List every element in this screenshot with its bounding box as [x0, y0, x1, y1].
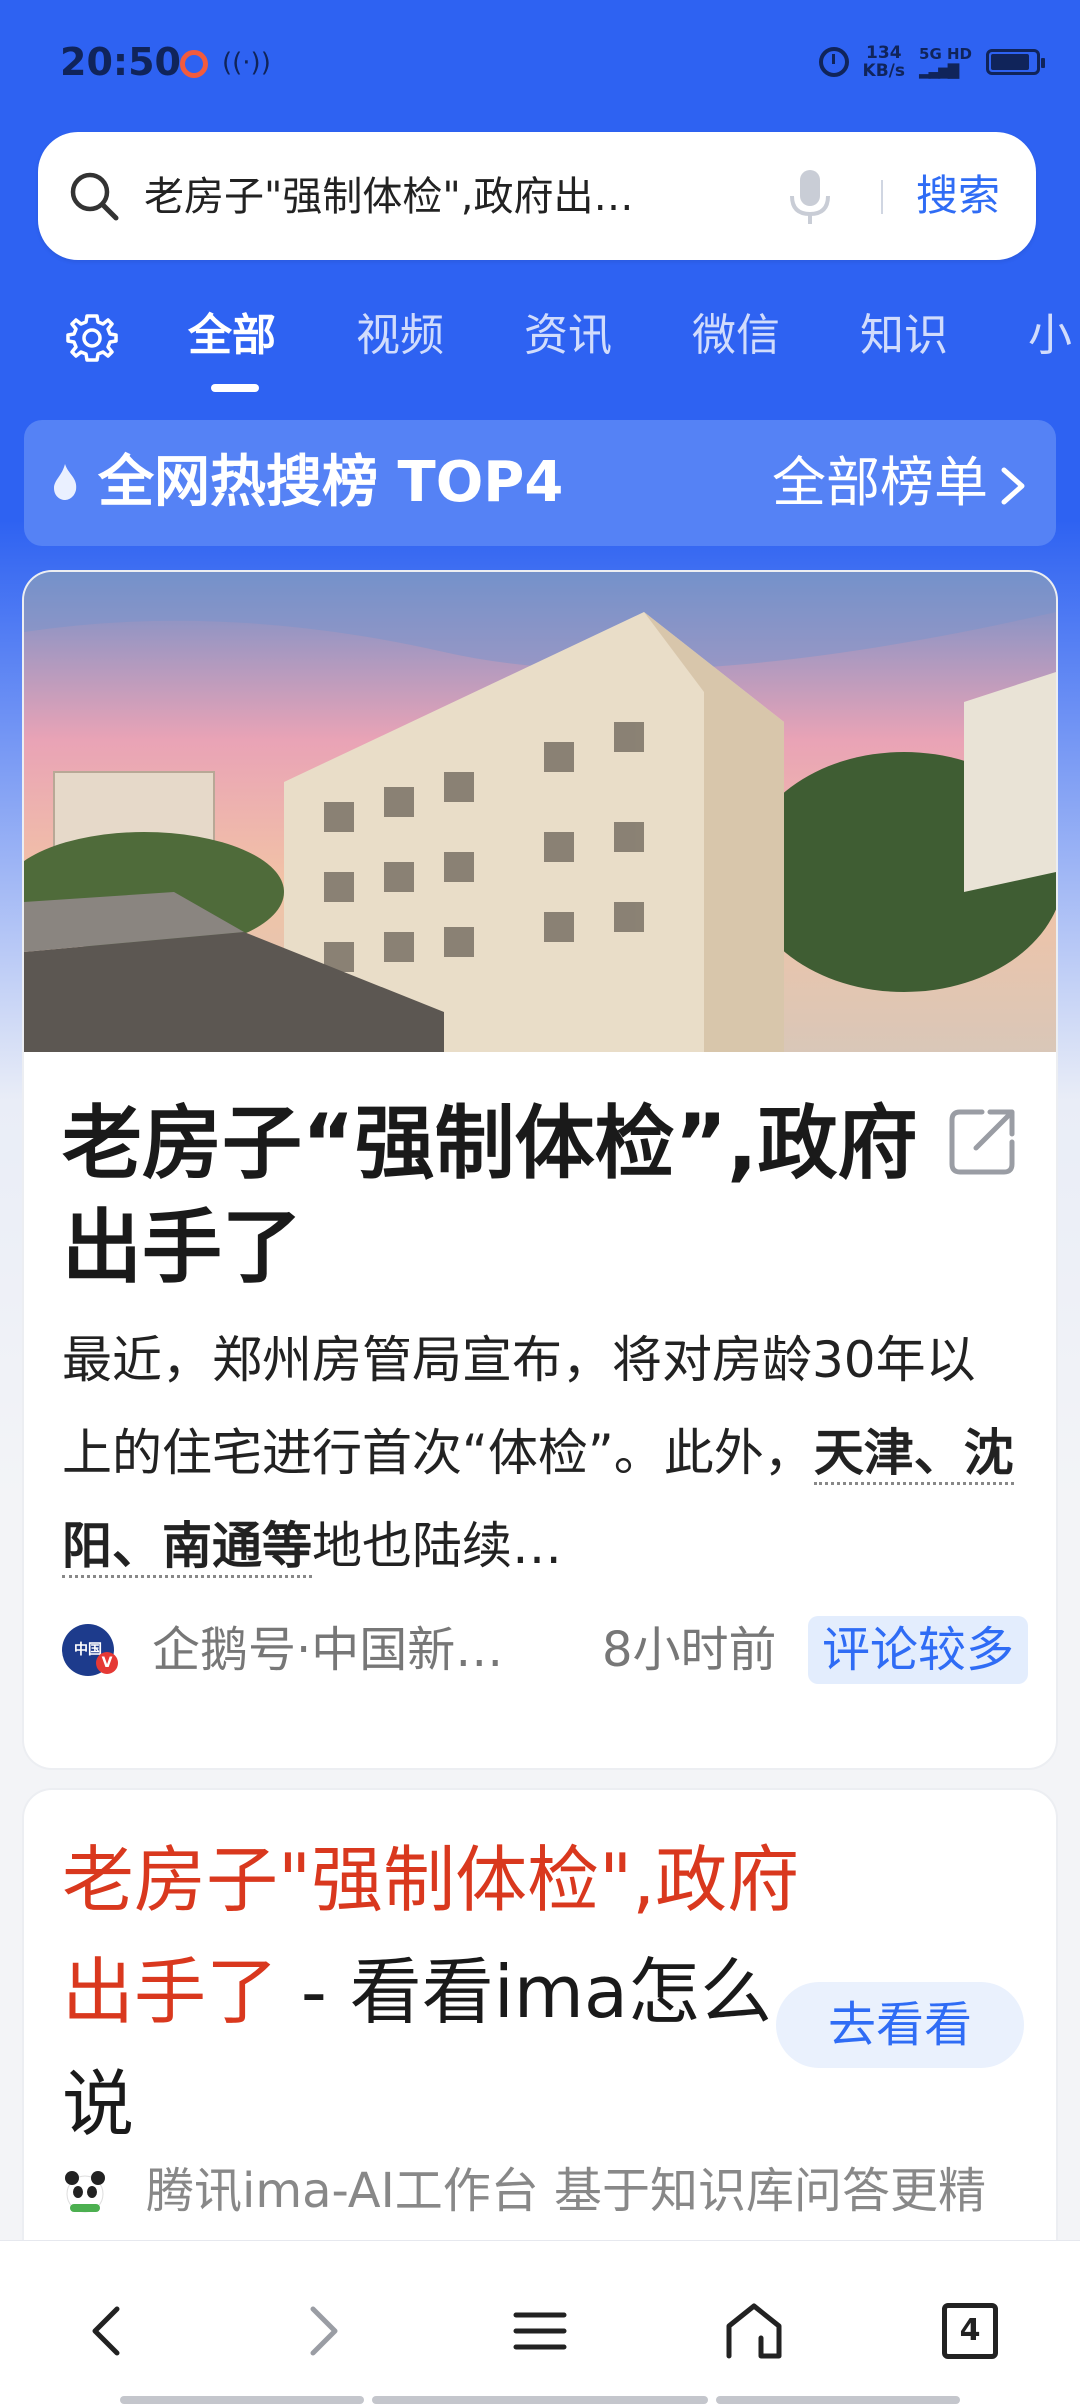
home-button[interactable]	[714, 2291, 794, 2371]
status-icons: 134 KB/s 5G HD ▂▃▅▇	[818, 42, 1045, 82]
gesture-bar-right	[716, 2396, 960, 2404]
news-time: 8小时前	[602, 1622, 777, 1678]
tab-news[interactable]: 资讯	[524, 306, 612, 366]
news-image[interactable]	[24, 572, 1056, 1052]
tab-knowledge[interactable]: 知识	[860, 306, 948, 366]
tabs-button[interactable]: 4	[930, 2291, 1010, 2371]
news-source[interactable]: 企鹅号·中国新…	[152, 1622, 552, 1678]
verified-badge-icon: V	[96, 1652, 118, 1674]
battery-icon	[986, 49, 1045, 75]
chevron-right-icon	[1001, 467, 1025, 505]
search-input[interactable]: 老房子"强制体检",政府出…	[144, 172, 764, 222]
go-see-button[interactable]: 去看看	[776, 1982, 1024, 2068]
screen-record-icon	[180, 50, 208, 78]
signal-icon: 5G HD ▂▃▅▇	[919, 45, 972, 79]
home-icon	[726, 2303, 782, 2359]
net-speed: 134 KB/s	[862, 43, 906, 81]
menu-icon	[513, 2312, 567, 2350]
news-summary[interactable]: 最近，郑州房管局宣布，将对房龄30年以上的住宅进行首次“体检”。此外，天津、沈阳…	[62, 1314, 1022, 1593]
microphone-icon[interactable]	[786, 168, 834, 228]
gesture-bar-left	[120, 2396, 364, 2404]
back-button[interactable]	[66, 2291, 146, 2371]
tab-more[interactable]: 小	[1028, 306, 1072, 366]
tab-video[interactable]: 视频	[356, 306, 444, 366]
bottom-navigation: 4	[0, 2240, 1080, 2408]
menu-button[interactable]	[500, 2291, 580, 2371]
status-bar: 20:50 ((·)) 134 KB/s 5G HD ▂▃▅▇	[0, 0, 1080, 120]
category-tabs: 全部 视频 资讯 微信 知识 小	[0, 290, 1080, 390]
news-title[interactable]: 老房子“强制体检”,政府出手了	[62, 1092, 922, 1300]
hot-rank-banner[interactable]: 全网热搜榜 TOP4 全部榜单	[24, 420, 1056, 546]
nfc-icon: ((·))	[222, 48, 271, 78]
news-card[interactable]: 老房子“强制体检”,政府出手了 最近，郑州房管局宣布，将对房龄30年以上的住宅进…	[24, 572, 1056, 1768]
all-rankings-link[interactable]: 全部榜单	[772, 450, 988, 516]
gesture-bar-center	[372, 2396, 708, 2404]
ima-source: 腾讯ima-AI工作台 基于知识库问答更精	[146, 2163, 987, 2219]
hot-rank-title: 全网热搜榜 TOP4	[98, 450, 564, 515]
status-time: 20:50	[60, 40, 181, 84]
panda-icon	[65, 2171, 105, 2213]
flame-icon	[54, 464, 77, 500]
share-icon[interactable]	[942, 1102, 1022, 1182]
alarm-icon	[818, 47, 849, 77]
search-button[interactable]: 搜索	[900, 168, 1016, 224]
forward-button[interactable]	[284, 2291, 364, 2371]
tab-wechat[interactable]: 微信	[692, 306, 780, 366]
search-divider	[881, 180, 883, 214]
news-meta: 中国 V 企鹅号·中国新… 8小时前 评论较多	[62, 1612, 1042, 1684]
tab-all[interactable]: 全部	[188, 306, 276, 366]
hot-comment-badge: 评论较多	[808, 1616, 1029, 1684]
search-bar[interactable]: 老房子"强制体检",政府出… 搜索	[38, 132, 1036, 260]
gear-icon[interactable]	[64, 310, 120, 366]
ima-card-title[interactable]: 老房子"强制体检",政府出手了 - 看看ima怎么说	[62, 1824, 822, 2160]
chevron-left-icon	[92, 2306, 120, 2356]
tab-count: 4	[942, 2303, 998, 2359]
active-tab-indicator	[211, 384, 259, 392]
ima-card-meta: 腾讯ima-AI工作台 基于知识库问答更精	[62, 2160, 1042, 2230]
search-icon	[70, 172, 119, 221]
chevron-right-icon	[310, 2306, 338, 2356]
